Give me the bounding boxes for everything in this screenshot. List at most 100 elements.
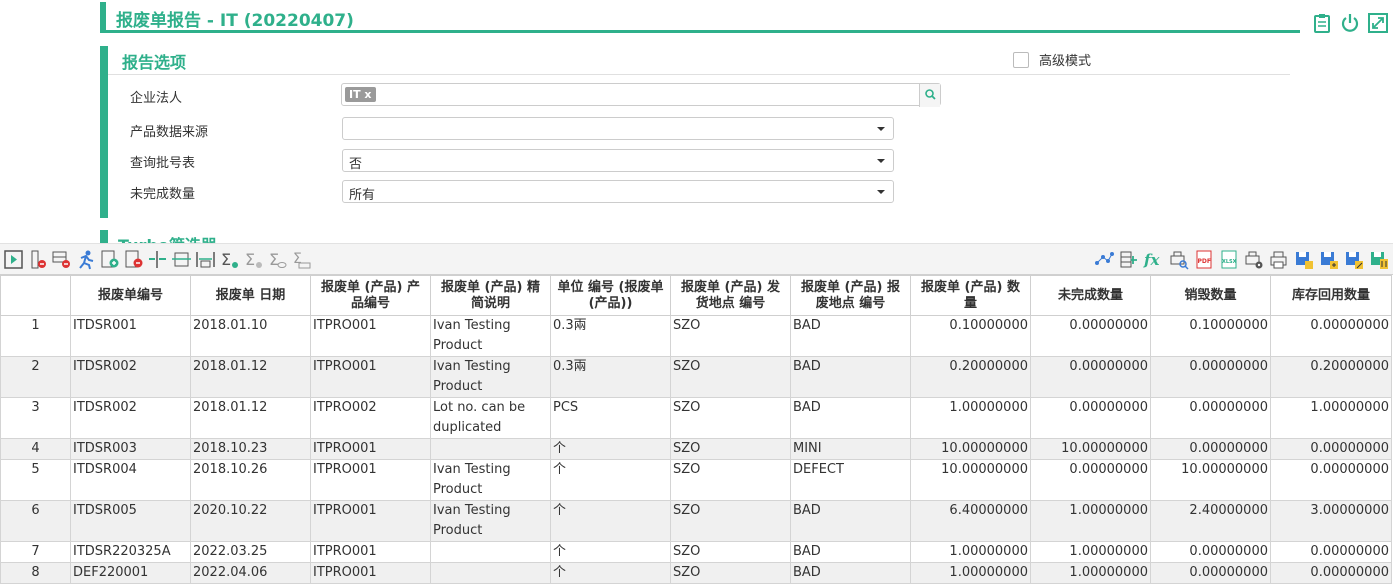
table-cell-link[interactable]: ITDSR002 — [70, 356, 191, 398]
table-header-row: 报废单编号 报废单 日期 报废单 (产品) 产品编号 报废单 (产品) 精简说明 单位 … — [0, 275, 1392, 316]
column-header[interactable]: 报废单 (产品) 报废地点 编号 — [790, 275, 911, 316]
table-cell-link[interactable]: SZO — [670, 541, 791, 563]
table-cell-link[interactable]: MINI — [790, 438, 911, 460]
chart-icon[interactable] — [1093, 249, 1114, 270]
fit-column-icon[interactable] — [171, 249, 192, 270]
batch-table-label: 查询批号表 — [130, 156, 196, 171]
pdf-icon[interactable]: PDF — [1193, 249, 1214, 270]
table-cell-link[interactable]: DEFECT — [790, 459, 911, 501]
table-cell-link[interactable]: ITPRO001 — [310, 356, 431, 398]
table-cell-link[interactable]: ITPRO002 — [310, 397, 431, 439]
table-cell-link[interactable]: ITPRO001 — [310, 541, 431, 563]
table-cell-link[interactable]: ITPRO001 — [310, 459, 431, 501]
add-doc-icon[interactable] — [99, 249, 120, 270]
table-cell-link[interactable]: SZO — [670, 397, 791, 439]
remove-row-icon[interactable] — [51, 249, 72, 270]
table-cell: 个 — [550, 459, 671, 501]
incomplete-qty-select[interactable]: 所有 — [342, 180, 894, 203]
xlsx-icon[interactable]: XLSX — [1218, 249, 1239, 270]
sum-scale-icon[interactable]: Σ — [291, 249, 312, 270]
table-cell-link[interactable]: BAD — [790, 397, 911, 439]
table-cell-link[interactable]: SZO — [670, 438, 791, 460]
table-cell: 0.00000000 — [1030, 459, 1151, 501]
product-source-select[interactable] — [342, 117, 894, 140]
legal-entity-input[interactable]: IT x — [341, 83, 941, 107]
table-cell-link[interactable]: ITDSR220325A — [70, 541, 191, 563]
save-layout-icon[interactable] — [1293, 249, 1314, 270]
table-cell-link[interactable]: ITDSR003 — [70, 438, 191, 460]
table-cell-link[interactable]: ITPRO001 — [310, 562, 431, 584]
table-cell-link[interactable]: BAD — [790, 356, 911, 398]
table-cell-link[interactable]: DEF220001 — [70, 562, 191, 584]
table-cell: 0.00000000 — [1150, 356, 1271, 398]
table-cell-link[interactable]: SZO — [670, 459, 791, 501]
table-cell-link[interactable]: ITDSR001 — [70, 315, 191, 357]
column-header[interactable]: 报废单 (产品) 数量 — [910, 275, 1031, 316]
table-cell-link[interactable]: ITPRO001 — [310, 500, 431, 542]
save-delete-icon[interactable] — [1368, 249, 1389, 270]
table-cell — [430, 438, 551, 460]
formula-icon[interactable]: fx — [1143, 249, 1164, 270]
table-cell-link[interactable]: ITDSR004 — [70, 459, 191, 501]
power-icon[interactable] — [1339, 12, 1361, 34]
table-row[interactable]: 3 ITDSR002 2018.01.12 ITPRO002 Lot no. can b… — [0, 397, 1392, 439]
column-header[interactable]: 报废单 (产品) 产品编号 — [310, 275, 431, 316]
column-header[interactable]: 报废单 (产品) 精简说明 — [430, 275, 551, 316]
column-header[interactable]: 报废单 日期 — [190, 275, 311, 316]
column-header[interactable]: 未完成数量 — [1030, 275, 1151, 316]
table-row[interactable]: 8 DEF220001 2022.04.06 ITPRO001 个 SZO BAD 1.000… — [0, 562, 1392, 584]
sum-icon[interactable]: Σ — [219, 249, 240, 270]
table-cell: 个 — [550, 541, 671, 563]
search-button[interactable] — [919, 84, 940, 107]
table-cell-link[interactable]: BAD — [790, 315, 911, 357]
column-header[interactable]: 报废单编号 — [70, 275, 191, 316]
table-cell-link[interactable]: ITPRO001 — [310, 315, 431, 357]
runner-icon[interactable] — [75, 249, 96, 270]
remove-doc-icon[interactable] — [123, 249, 144, 270]
turbo-filter-section[interactable]: Turbo筛选器 — [100, 230, 240, 244]
table-cell-link[interactable]: BAD — [790, 562, 911, 584]
sum-remove-icon[interactable]: Σ — [243, 249, 264, 270]
clipboard-icon[interactable] — [1311, 12, 1333, 34]
batch-table-select[interactable]: 否 — [342, 149, 894, 172]
table-row[interactable]: 7 ITDSR220325A 2022.03.25 ITPRO001 个 SZO BAD 1.… — [0, 541, 1392, 563]
table-cell-link[interactable]: SZO — [670, 356, 791, 398]
table-cell-link[interactable]: BAD — [790, 541, 911, 563]
legal-entity-tag[interactable]: IT x — [345, 87, 376, 102]
table-cell: 0.00000000 — [1270, 541, 1392, 563]
table-cell-link[interactable]: SZO — [670, 315, 791, 357]
table-cell-link[interactable]: SZO — [670, 562, 791, 584]
split-column-icon[interactable] — [147, 249, 168, 270]
table-cell-link[interactable]: ITDSR002 — [70, 397, 191, 439]
table-row[interactable]: 4 ITDSR003 2018.10.23 ITPRO001 个 SZO MINI 10.00… — [0, 438, 1392, 460]
column-header[interactable]: 销毁数量 — [1150, 275, 1271, 316]
table-cell-link[interactable]: SZO — [670, 500, 791, 542]
sum-view-icon[interactable]: Σ — [267, 249, 288, 270]
play-icon[interactable] — [3, 249, 24, 270]
print-settings-icon[interactable] — [1243, 249, 1264, 270]
column-header[interactable]: 报废单 (产品) 发货地点 编号 — [670, 275, 791, 316]
table-cell-link[interactable]: ITPRO001 — [310, 438, 431, 460]
fullscreen-icon[interactable] — [1367, 12, 1389, 34]
save-add-icon[interactable] — [1318, 249, 1339, 270]
table-cell-link[interactable]: ITDSR005 — [70, 500, 191, 542]
advanced-mode-checkbox[interactable] — [1013, 51, 1029, 68]
row-number-header[interactable] — [0, 275, 71, 316]
fit-width-icon[interactable] — [195, 249, 216, 270]
window-controls — [1311, 12, 1389, 34]
print-icon[interactable] — [1268, 249, 1289, 270]
remove-column-icon[interactable] — [27, 249, 48, 270]
column-header[interactable]: 库存回用数量 — [1270, 275, 1392, 316]
print-preview-icon[interactable] — [1168, 249, 1189, 270]
save-edit-icon[interactable] — [1343, 249, 1364, 270]
advanced-mode-toggle[interactable]: 高级模式 — [1013, 50, 1091, 69]
table-row[interactable]: 6 ITDSR005 2020.10.22 ITPRO001 Ivan Testing … — [0, 500, 1392, 542]
table-row[interactable]: 2 ITDSR002 2018.01.12 ITPRO001 Ivan Testing … — [0, 356, 1392, 398]
columns-icon[interactable] — [1118, 249, 1139, 270]
table-cell-link[interactable]: BAD — [790, 500, 911, 542]
table-row[interactable]: 1 ITDSR001 2018.01.10 ITPRO001 Ivan Testing … — [0, 315, 1392, 357]
table-cell: 3.00000000 — [1270, 500, 1392, 542]
table-row[interactable]: 5 ITDSR004 2018.10.26 ITPRO001 Ivan Testing … — [0, 459, 1392, 501]
row-number: 2 — [0, 356, 71, 398]
column-header[interactable]: 单位 编号 (报废单 (产品)) — [550, 275, 671, 316]
